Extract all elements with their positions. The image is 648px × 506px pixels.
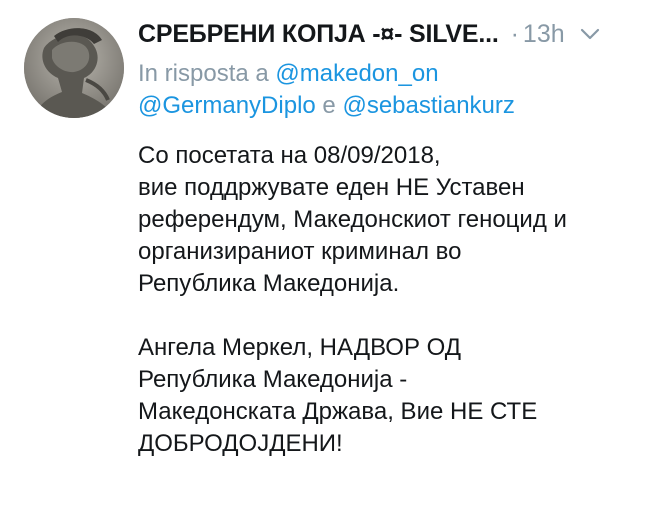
timestamp[interactable]: · 13h [511,20,565,49]
text-line: Република Македонија. [138,270,400,297]
reply-line-2: @GermanyDiplo e @sebastiankurz [138,90,638,122]
display-name[interactable]: СРЕБРЕНИ КОПЈА -¤- SILVE... [138,20,499,49]
reply-conjunction: e [322,92,336,119]
time-separator: · [510,19,519,48]
reply-prefix: In risposta a [138,60,269,87]
text-line: организираниот криминал во [138,238,462,265]
reply-line-1: In risposta a @makedon_on [138,58,638,90]
tweet-text: Со посетата на 08/09/2018, вие поддржува… [138,140,643,460]
text-line: Со посетата на 08/09/2018, [138,142,441,169]
mention-link[interactable]: @sebastiankurz [342,92,514,119]
text-line: Република Македонија - [138,366,408,393]
mention-link[interactable]: @GermanyDiplo [138,92,316,119]
tweet[interactable]: СРЕБРЕНИ КОПЈА -¤- SILVE... · 13h In risp… [0,0,648,506]
tweet-header: СРЕБРЕНИ КОПЈА -¤- SILVE... · 13h [138,14,638,54]
mention-link[interactable]: @makedon_on [275,60,438,87]
timestamp-value: 13h [522,19,565,48]
text-line: Ангела Меркел, НАДВОР ОД [138,334,462,361]
chevron-down-icon[interactable] [579,23,601,45]
text-line: ДОБРОДОЈДЕНИ! [138,430,343,457]
text-line: Македонската Држава, Вие НЕ СТЕ [138,398,538,425]
reply-context: In risposta a @makedon_on @GermanyDiplo … [138,58,638,122]
avatar-image [24,18,124,118]
text-line: референдум, Македонскиот геноцид и [138,206,567,233]
avatar[interactable] [24,18,124,118]
text-line: вие поддржувате еден НЕ Уставен [138,174,525,201]
